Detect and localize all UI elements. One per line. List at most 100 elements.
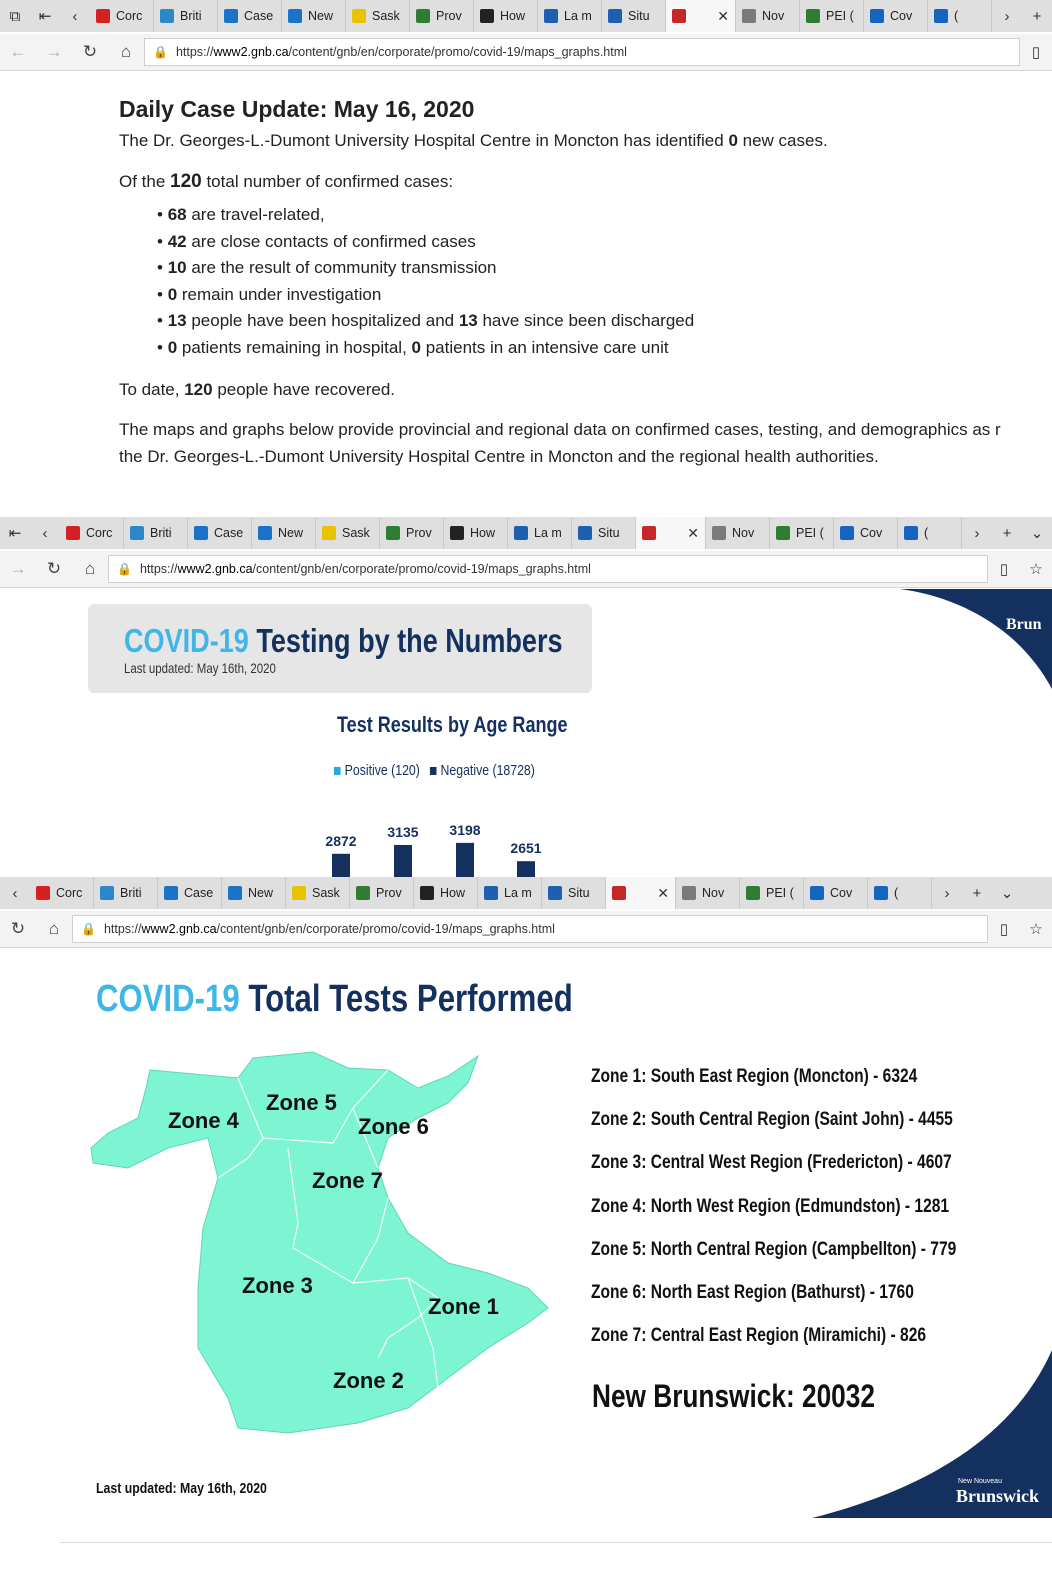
browser-tab[interactable]: Case: [218, 0, 282, 32]
tab-favicon-icon: [608, 9, 622, 23]
browser-tab[interactable]: How: [414, 877, 478, 909]
browser-tab[interactable]: Sask: [346, 0, 410, 32]
browser-tab[interactable]: Nov: [676, 877, 740, 909]
favorite-star-icon[interactable]: ☆: [1020, 560, 1052, 578]
new-tab-icon[interactable]: +: [962, 877, 992, 909]
close-tab-icon[interactable]: ✕: [657, 885, 669, 902]
url-field[interactable]: 🔒 https://www2.gnb.ca/content/gnb/en/cor…: [108, 555, 988, 583]
scroll-tabs-right-icon[interactable]: ›: [992, 0, 1022, 32]
browser-tab[interactable]: Cov: [804, 877, 868, 909]
browser-tab[interactable]: Situ: [572, 517, 636, 549]
browser-tab[interactable]: Briti: [124, 517, 188, 549]
browser-tab[interactable]: La m: [538, 0, 602, 32]
browser-tab[interactable]: New: [252, 517, 316, 549]
refresh-icon[interactable]: ↻: [0, 911, 36, 947]
tab-label: (: [954, 9, 959, 23]
browser-tab[interactable]: Prov: [350, 877, 414, 909]
tab-label: Cov: [860, 526, 883, 540]
browser-tab[interactable]: Corc: [90, 0, 154, 32]
bar-value-label: 3198: [449, 822, 480, 838]
new-tab-icon[interactable]: +: [992, 517, 1022, 549]
browser-tab[interactable]: PEI (: [770, 517, 834, 549]
browser-tab[interactable]: ✕: [666, 0, 736, 32]
tab-favicon-icon: [672, 9, 686, 23]
browser-tab[interactable]: Sask: [286, 877, 350, 909]
forward-icon[interactable]: →: [0, 551, 36, 587]
url-field[interactable]: 🔒 https://www2.gnb.ca/content/gnb/en/cor…: [72, 915, 988, 943]
browser-tab[interactable]: ✕: [636, 517, 706, 549]
browser-tab[interactable]: PEI (: [800, 0, 864, 32]
tab-list-icon[interactable]: ⌄: [1022, 517, 1052, 549]
scroll-tabs-left-icon[interactable]: ‹: [60, 0, 90, 32]
tab-favicon-icon: [420, 886, 434, 900]
url-domain: www2.gnb.ca: [213, 45, 289, 59]
browser-tab[interactable]: Situ: [602, 0, 666, 32]
close-tab-icon[interactable]: ✕: [687, 525, 699, 542]
browser-tab[interactable]: Nov: [706, 517, 770, 549]
browser-tab[interactable]: Cov: [834, 517, 898, 549]
reading-view-icon[interactable]: ▯: [1020, 43, 1052, 61]
browser-tab[interactable]: How: [474, 0, 538, 32]
legend-negative-swatch: [429, 767, 437, 775]
home-icon[interactable]: ⌂: [72, 551, 108, 587]
tab-label: New: [248, 886, 274, 900]
tab-list-icon[interactable]: ⌄: [992, 877, 1022, 909]
tab-label: Cov: [830, 886, 853, 900]
url-field[interactable]: 🔒 https://www2.gnb.ca/content/gnb/en/cor…: [144, 38, 1020, 66]
browser-tab[interactable]: (: [868, 877, 932, 909]
close-tab-icon[interactable]: ✕: [717, 8, 729, 25]
tab-favicon-icon: [194, 526, 208, 540]
new-tab-icon[interactable]: +: [1022, 0, 1052, 32]
tab-favicon-icon: [712, 526, 726, 540]
forward-icon[interactable]: →: [36, 34, 72, 70]
tab-favicon-icon: [904, 526, 918, 540]
browser-tab[interactable]: Cov: [864, 0, 928, 32]
browser-tab[interactable]: Briti: [94, 877, 158, 909]
browser-tab[interactable]: La m: [508, 517, 572, 549]
tab-label: Case: [184, 886, 214, 900]
case-breakdown-item: 0 patients remaining in hospital, 0 pati…: [157, 338, 1052, 365]
tab-label: Corc: [56, 886, 83, 900]
browser-tab[interactable]: ✕: [606, 877, 676, 909]
browser-tab[interactable]: La m: [478, 877, 542, 909]
browser-tab[interactable]: Case: [188, 517, 252, 549]
tab-label: Nov: [762, 9, 785, 23]
set-tabs-aside-icon[interactable]: ⇤: [30, 0, 60, 32]
tab-favicon-icon: [578, 526, 592, 540]
browser-tab[interactable]: PEI (: [740, 877, 804, 909]
browser-tab[interactable]: Sask: [316, 517, 380, 549]
scroll-tabs-right-icon[interactable]: ›: [962, 517, 992, 549]
browser-tab[interactable]: Briti: [154, 0, 218, 32]
home-icon[interactable]: ⌂: [36, 911, 72, 947]
refresh-icon[interactable]: ↻: [36, 551, 72, 587]
scroll-tabs-right-icon[interactable]: ›: [932, 877, 962, 909]
browser-tab[interactable]: How: [444, 517, 508, 549]
browser-tab[interactable]: New: [222, 877, 286, 909]
browser-tab[interactable]: New: [282, 0, 346, 32]
browser-tab[interactable]: Corc: [30, 877, 94, 909]
reading-view-icon[interactable]: ▯: [988, 560, 1020, 578]
browser-tab[interactable]: Nov: [736, 0, 800, 32]
address-bar-2: → ↻ ⌂ 🔒 https://www2.gnb.ca/content/gnb/…: [0, 551, 1052, 588]
browser-tab[interactable]: Prov: [410, 0, 474, 32]
browser-tab[interactable]: Case: [158, 877, 222, 909]
home-icon[interactable]: ⌂: [108, 34, 144, 70]
browser-tab[interactable]: Situ: [542, 877, 606, 909]
scroll-tabs-left-icon[interactable]: ‹: [0, 877, 30, 909]
refresh-icon[interactable]: ↻: [72, 34, 108, 70]
browser-tab[interactable]: Corc: [60, 517, 124, 549]
back-icon[interactable]: ←: [0, 34, 36, 70]
browser-tab[interactable]: (: [928, 0, 992, 32]
set-tabs-aside-icon[interactable]: ⇤: [0, 517, 30, 549]
tab-favicon-icon: [810, 886, 824, 900]
scroll-tabs-left-icon[interactable]: ‹: [30, 517, 60, 549]
zone-test-item: Zone 4: North West Region (Edmundston) -…: [591, 1195, 950, 1217]
favorite-star-icon[interactable]: ☆: [1020, 920, 1052, 938]
browser-tab[interactable]: Prov: [380, 517, 444, 549]
testing-header-box: COVID-19 Testing by the Numbers Last upd…: [88, 604, 592, 693]
case-breakdown-item: 0 remain under investigation: [157, 285, 1052, 312]
tab-favicon-icon: [742, 9, 756, 23]
tab-actions-icon[interactable]: ⧉: [0, 0, 30, 32]
reading-view-icon[interactable]: ▯: [988, 920, 1020, 938]
browser-tab[interactable]: (: [898, 517, 962, 549]
